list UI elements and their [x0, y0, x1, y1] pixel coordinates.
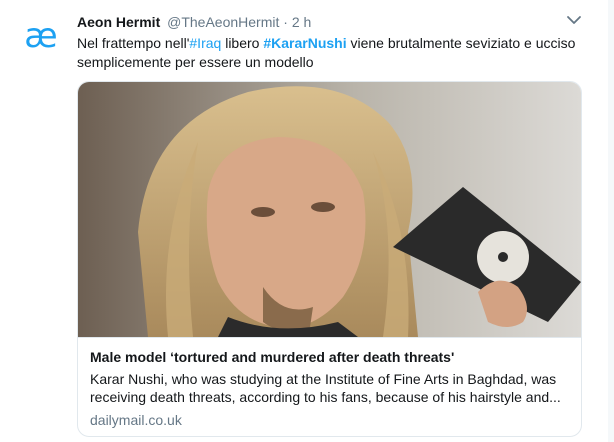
hashtag-iraq[interactable]: #Iraq [189, 35, 221, 51]
card-description: Karar Nushi, who was studying at the Ins… [90, 371, 561, 405]
tweet[interactable]: æ Aeon Hermit @TheAeonHermit · 2 h Nel f… [0, 0, 614, 442]
chevron-down-icon[interactable] [566, 12, 582, 28]
card-image[interactable] [78, 82, 581, 337]
separator-dot: · [283, 14, 288, 30]
tweet-text: Nel frattempo nell'#Iraq libero #KararNu… [77, 34, 577, 72]
avatar-glyph: æ [24, 16, 57, 56]
tweet-text-part: Nel frattempo nell' [77, 35, 190, 51]
link-card[interactable]: Male model ‘tortured and murdered after … [77, 81, 582, 437]
hashtag-kararnushi[interactable]: #KararNushi [263, 35, 346, 51]
avatar[interactable]: æ [18, 14, 64, 60]
tweet-timestamp[interactable]: 2 h [292, 14, 311, 30]
aeon-logo-icon: æ [18, 14, 64, 60]
card-body[interactable]: Male model ‘tortured and murdered after … [78, 337, 581, 436]
author-handle[interactable]: @TheAeonHermit [167, 14, 279, 30]
tweet-text-part: libero [221, 35, 264, 51]
card-domain: dailymail.co.uk [90, 412, 182, 428]
author-name[interactable]: Aeon Hermit [77, 14, 160, 30]
scrollbar[interactable] [608, 0, 614, 442]
card-title[interactable]: Male model ‘tortured and murdered after … [90, 348, 569, 367]
tweet-header: Aeon Hermit @TheAeonHermit · 2 h [77, 12, 574, 32]
